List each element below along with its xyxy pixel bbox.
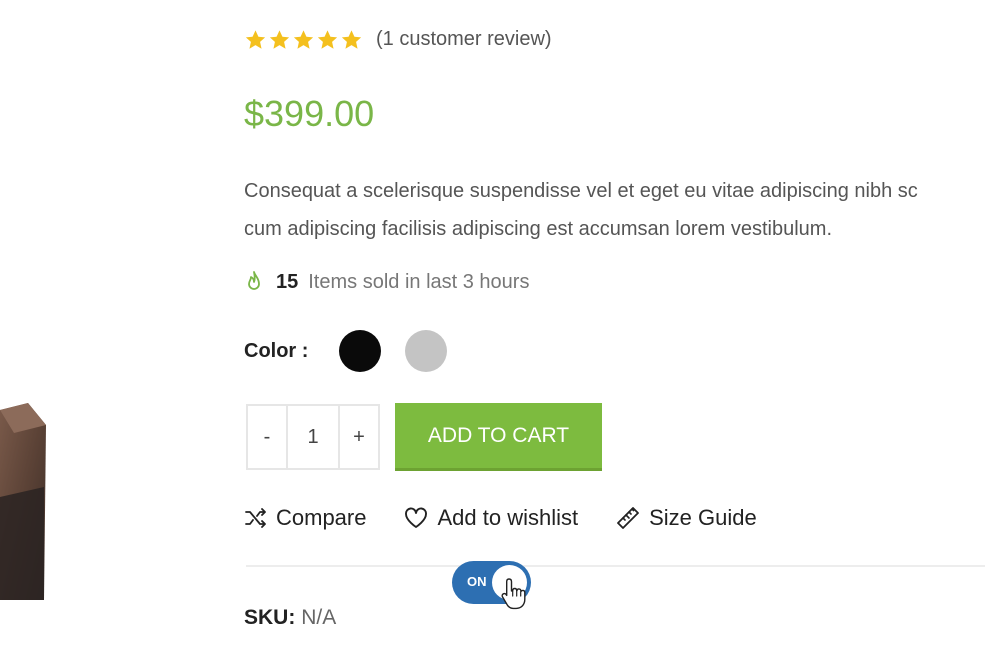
color-selector: Color : <box>244 330 471 372</box>
sku-value: N/A <box>301 606 337 629</box>
add-to-wishlist-link[interactable]: Add to wishlist <box>403 505 578 531</box>
star-icon <box>341 29 362 49</box>
description-line: cum adipiscing facilisis adipiscing est … <box>244 218 833 240</box>
quantity-stepper: - 1 + <box>246 404 380 470</box>
sku-label: SKU: <box>244 606 296 629</box>
color-label: Color : <box>244 339 309 362</box>
product-image <box>0 385 52 600</box>
compare-label: Compare <box>276 505 367 530</box>
flame-icon <box>248 271 260 290</box>
size-guide-label: Size Guide <box>649 505 757 530</box>
sku: SKU: N/A <box>244 606 336 630</box>
toggle-label: ON <box>467 574 487 589</box>
add-to-cart-button[interactable]: ADD TO CART <box>395 403 602 471</box>
sold-counter: 15 Items sold in last 3 hours <box>244 270 529 294</box>
star-icon <box>293 29 314 49</box>
sold-text: Items sold in last 3 hours <box>308 270 530 293</box>
rating-stars <box>244 29 363 51</box>
star-icon <box>317 29 338 49</box>
compare-link[interactable]: Compare <box>244 505 366 531</box>
product-description: Consequat a scelerisque suspendisse vel … <box>244 172 985 248</box>
shuffle-icon <box>245 508 266 528</box>
product-actions: Compare Add to wishlist Size Guide <box>244 505 794 531</box>
product-rating: (1 customer review) <box>244 28 552 51</box>
color-swatch-black[interactable] <box>339 330 382 372</box>
description-line: Consequat a scelerisque suspendisse vel … <box>244 180 918 202</box>
sold-count: 15 <box>276 270 299 293</box>
divider <box>246 565 985 567</box>
quantity-decrement-button[interactable]: - <box>248 406 286 468</box>
quantity-input[interactable]: 1 <box>286 406 340 468</box>
size-guide-link[interactable]: Size Guide <box>615 505 757 531</box>
star-icon <box>245 29 266 49</box>
wishlist-label: Add to wishlist <box>437 505 579 530</box>
ruler-icon <box>617 507 640 529</box>
heart-icon <box>405 507 428 528</box>
hand-pointer-icon <box>501 578 526 610</box>
product-price: $399.00 <box>244 93 375 134</box>
quantity-increment-button[interactable]: + <box>340 406 378 468</box>
review-count-link[interactable]: (1 customer review) <box>376 28 552 51</box>
color-swatch-gray[interactable] <box>405 330 448 372</box>
star-icon <box>269 29 290 49</box>
